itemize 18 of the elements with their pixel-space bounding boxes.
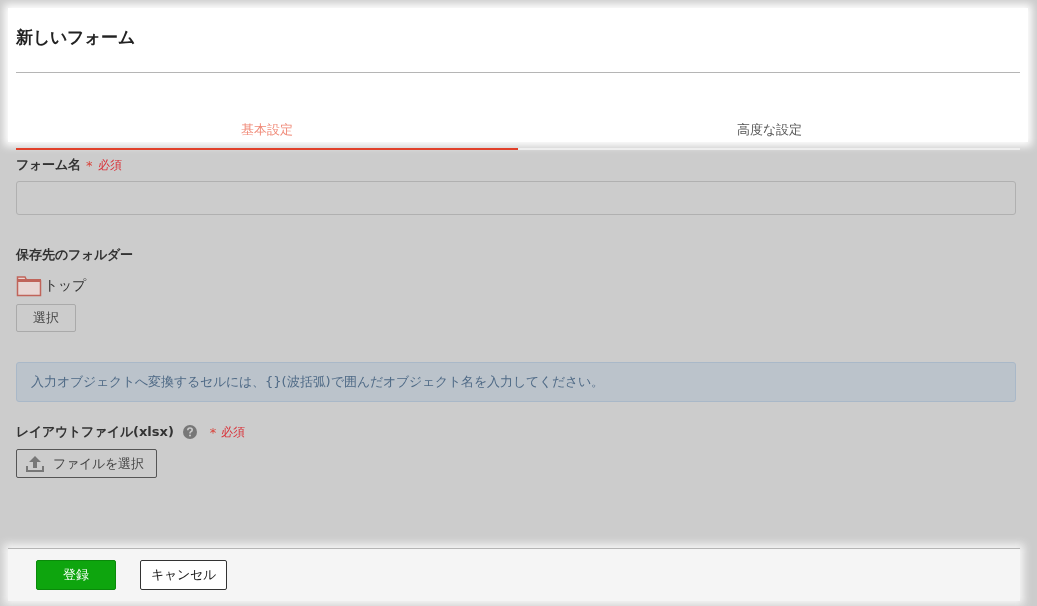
required-mark: * bbox=[209, 424, 217, 440]
field-label: フォーム名 bbox=[16, 156, 81, 174]
help-icon[interactable] bbox=[182, 425, 197, 439]
cancel-button[interactable]: キャンセル bbox=[140, 560, 227, 590]
field-label: 保存先のフォルダー bbox=[16, 246, 133, 264]
folder-icon bbox=[16, 275, 42, 297]
choose-file-button[interactable]: ファイルを選択 bbox=[16, 449, 157, 478]
folder-name: トップ bbox=[44, 277, 86, 295]
info-notice: 入力オブジェクトへ変換するセルには、{}(波括弧)で囲んだオブジェクト名を入力してください。 bbox=[16, 362, 1016, 402]
field-label: レイアウトファイル(xlsx) bbox=[16, 423, 174, 441]
form-name-field[interactable] bbox=[16, 181, 1016, 215]
tab[interactable]: 高度な設定 bbox=[518, 115, 1020, 150]
upload-icon bbox=[25, 454, 45, 473]
page-title: 新しいフォーム bbox=[16, 26, 136, 49]
required-mark: * bbox=[86, 157, 93, 173]
required-label: 必須 bbox=[221, 423, 246, 441]
required-label: 必須 bbox=[97, 156, 122, 174]
select-folder-button[interactable]: 選択 bbox=[16, 304, 76, 332]
